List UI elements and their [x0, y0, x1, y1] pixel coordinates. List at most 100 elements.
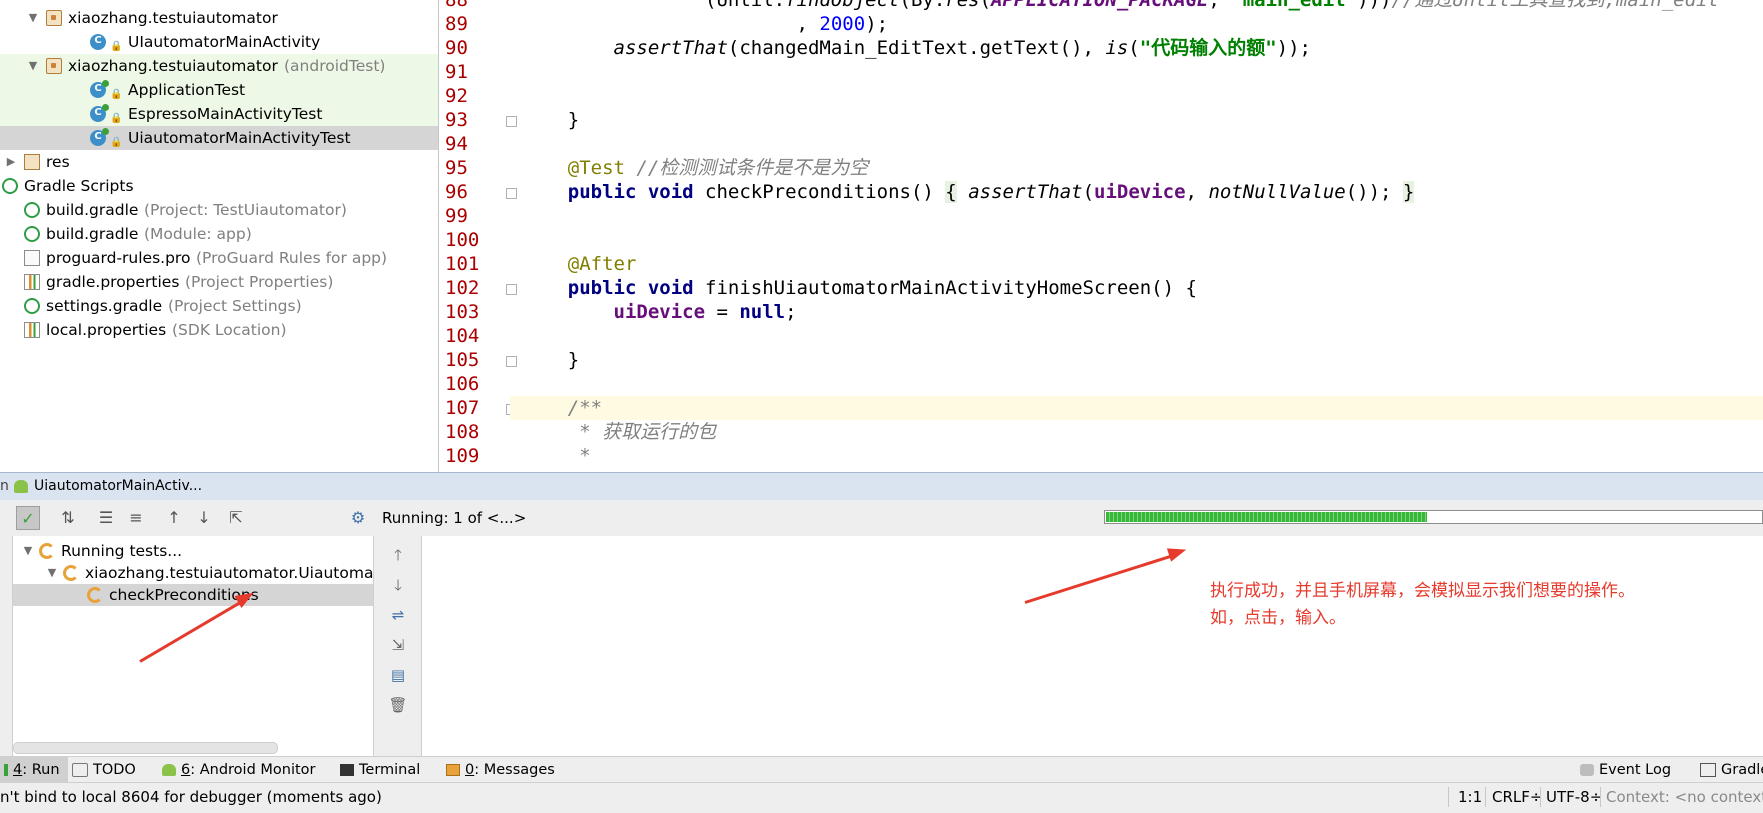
code-line[interactable] — [510, 60, 1763, 84]
next-failed-icon[interactable]: ↓ — [192, 506, 216, 530]
tab-run[interactable]: 4: Run — [0, 757, 68, 783]
tree-item[interactable]: ▶ res — [0, 150, 438, 174]
test-node[interactable]: checkPreconditions — [13, 584, 373, 606]
gradle-icon — [24, 202, 40, 218]
test-node[interactable]: ▼ Running tests... — [13, 540, 373, 562]
collapsed-arrow-icon[interactable]: ▶ — [4, 150, 18, 174]
code-editor[interactable]: 88 89 90 91 92 93 94 95 96 99 100 101 102 103 104 105 10… — [439, 0, 1763, 472]
code-line[interactable]: /** — [510, 396, 1763, 420]
code-area[interactable]: (Until.findObject(By.res(APPLICATION_PAC… — [510, 0, 1763, 472]
expanded-arrow-icon[interactable]: ▼ — [26, 6, 40, 30]
tree-item[interactable]: ▼ xiaozhang.testuiautomator (androidTest) — [0, 54, 438, 78]
status-divider — [1448, 787, 1449, 807]
soft-wrap-icon[interactable]: ⇌ — [386, 604, 410, 626]
line-number: 93 — [445, 109, 468, 131]
sort-alphabetically-icon[interactable]: ⇅ — [56, 506, 80, 530]
tree-item[interactable]: ▼ xiaozhang.testuiautomator — [0, 6, 438, 30]
tree-item[interactable]: C 🔒 UiautomatorMainActivityTest — [0, 126, 438, 150]
expanded-arrow-icon[interactable]: ▼ — [21, 540, 35, 562]
tab-android-monitor[interactable]: 6: Android Monitor — [162, 757, 316, 783]
tree-item-label: local.properties — [46, 321, 167, 339]
show-passed-toggle-icon[interactable]: ✓ — [16, 506, 40, 530]
tree-item-suffix: (ProGuard Rules for app) — [196, 249, 388, 267]
tree-item[interactable]: C 🔒 EspressoMainActivityTest — [0, 102, 438, 126]
line-number: 104 — [445, 325, 480, 347]
todo-icon — [72, 763, 88, 777]
code-line[interactable]: assertThat(changedMain_EditText.getText(… — [510, 36, 1763, 60]
code-line[interactable]: uiDevice = null; — [510, 300, 1763, 324]
tab-todo[interactable]: TODO — [72, 757, 136, 783]
context-indicator[interactable]: Context: <no context> — [1606, 783, 1763, 811]
code-line[interactable]: (Until.findObject(By.res(APPLICATION_PAC… — [510, 0, 1763, 12]
code-line[interactable] — [510, 204, 1763, 228]
line-separator-selector[interactable]: CRLF÷ — [1492, 783, 1542, 811]
code-line[interactable] — [510, 132, 1763, 156]
test-node[interactable]: ▼ xiaozhang.testuiautomator.UiautomatorMa… — [13, 562, 373, 584]
scroll-down-icon[interactable]: 🡓 — [386, 574, 410, 596]
export-results-icon[interactable]: ⇱ — [224, 506, 248, 530]
running-spinner-icon — [87, 587, 103, 603]
previous-failed-icon[interactable]: ↑ — [162, 506, 186, 530]
tree-item[interactable]: gradle.properties (Project Properties) — [0, 270, 438, 294]
tab-event-log[interactable]: Event Log — [1580, 757, 1671, 783]
print-icon[interactable]: ▤ — [386, 664, 410, 686]
horizontal-scrollbar[interactable] — [13, 742, 278, 754]
code-line[interactable] — [510, 324, 1763, 348]
encoding-selector[interactable]: UTF-8÷ — [1546, 783, 1602, 811]
run-side-toolstrip — [0, 536, 13, 756]
collapse-all-icon[interactable]: ≡ — [124, 506, 148, 530]
line-number: 103 — [445, 301, 480, 323]
code-line[interactable] — [510, 228, 1763, 252]
code-line[interactable]: } — [510, 108, 1763, 132]
code-line[interactable]: @Test //检测测试条件是不是为空 — [510, 156, 1763, 180]
package-icon — [46, 58, 62, 74]
code-line[interactable]: , 2000); — [510, 12, 1763, 36]
test-class-icon: C — [90, 128, 109, 146]
run-config-tab[interactable]: UiautomatorMainActiv... — [34, 473, 202, 500]
line-number: 108 — [445, 421, 480, 443]
expand-all-icon[interactable]: ☰ — [94, 506, 118, 530]
project-tree[interactable]: ▼ xiaozhang.testuiautomator C 🔒 UIautomatorM… — [0, 0, 439, 472]
test-node-label: Running tests... — [61, 542, 183, 560]
code-line[interactable]: public void finishUiautomatorMainActivit… — [510, 276, 1763, 300]
code-line[interactable]: * 获取运行的包 — [510, 420, 1763, 444]
tree-item-label: EspressoMainActivityTest — [128, 105, 323, 123]
test-results-tree[interactable]: ▼ Running tests... ▼ xiaozhang.testuiautoma… — [13, 536, 374, 756]
tree-item[interactable]: settings.gradle (Project Settings) — [0, 294, 438, 318]
tree-item[interactable]: proguard-rules.pro (ProGuard Rules for ap… — [0, 246, 438, 270]
tab-gradle[interactable]: Gradle — [1700, 757, 1763, 783]
scroll-to-end-icon[interactable]: ⇲ — [386, 634, 410, 656]
annotation-line-2: 如，点击，输入。 — [1210, 608, 1346, 628]
console-output[interactable] — [422, 536, 1763, 756]
line-number: 101 — [445, 253, 480, 275]
clear-all-icon[interactable]: 🗑 — [386, 694, 410, 716]
code-line[interactable]: * — [510, 444, 1763, 468]
tree-item-label: UIautomatorMainActivity — [128, 33, 321, 51]
settings-gear-icon[interactable]: ⚙ — [346, 506, 370, 530]
tree-item-label: gradle.properties — [46, 273, 180, 291]
caret-position[interactable]: 1:1 — [1458, 783, 1482, 811]
properties-icon — [24, 274, 40, 290]
expanded-arrow-icon[interactable]: ▼ — [26, 54, 40, 78]
tree-item[interactable]: local.properties (SDK Location) — [0, 318, 438, 342]
event-log-icon — [1580, 764, 1594, 776]
tree-item-label: ApplicationTest — [128, 81, 246, 99]
tree-item[interactable]: build.gradle (Module: app) — [0, 222, 438, 246]
expanded-arrow-icon[interactable]: ▼ — [45, 562, 59, 584]
tree-item-suffix: (Project Properties) — [185, 273, 334, 291]
code-line[interactable] — [510, 84, 1763, 108]
tab-terminal[interactable]: Terminal — [340, 757, 420, 783]
status-message[interactable]: n't bind to local 8604 for debugger (mom… — [0, 783, 382, 811]
tree-item[interactable]: C 🔒 UIautomatorMainActivity — [0, 30, 438, 54]
tab-messages[interactable]: 0: Messages — [446, 757, 555, 783]
code-line[interactable]: @After — [510, 252, 1763, 276]
tree-item[interactable]: C 🔒 ApplicationTest — [0, 78, 438, 102]
code-line[interactable]: public void checkPreconditions() { asser… — [510, 180, 1763, 204]
code-line[interactable] — [510, 372, 1763, 396]
scroll-up-icon[interactable]: 🡑 — [386, 544, 410, 566]
line-number: 105 — [445, 349, 480, 371]
tree-item[interactable]: Gradle Scripts — [0, 174, 438, 198]
code-line[interactable]: } — [510, 348, 1763, 372]
tree-item[interactable]: build.gradle (Project: TestUiautomator) — [0, 198, 438, 222]
android-icon — [14, 480, 28, 493]
